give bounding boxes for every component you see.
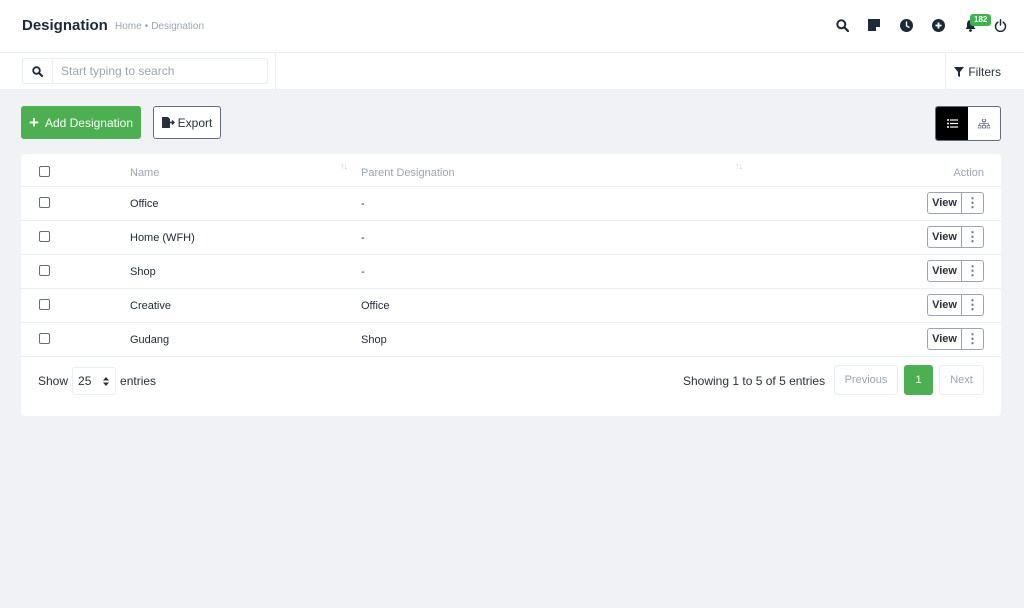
row-checkbox[interactable] (39, 197, 50, 208)
view-toggle (935, 106, 1001, 141)
view-button[interactable]: View (928, 227, 962, 247)
column-header-action: Action (953, 167, 984, 179)
search-icon[interactable] (834, 17, 850, 33)
filter-icon (954, 67, 965, 77)
breadcrumb: Home • Designation (115, 21, 204, 32)
filters-label: Filters (968, 65, 1001, 79)
row-actions: View ⋮ (927, 294, 984, 316)
row-actions: View ⋮ (927, 260, 984, 282)
breadcrumb-home[interactable]: Home (115, 21, 142, 32)
previous-page-button[interactable]: Previous (834, 365, 898, 395)
column-header-name[interactable]: Name (130, 167, 159, 179)
row-name: Gudang (130, 334, 170, 346)
view-button[interactable]: View (928, 193, 962, 213)
row-name: Creative (130, 300, 171, 312)
row-checkbox[interactable] (39, 299, 50, 310)
select-all-checkbox[interactable] (39, 166, 50, 177)
row-checkbox[interactable] (39, 333, 50, 344)
more-options-icon[interactable]: ⋮ (962, 295, 983, 315)
plus-circle-icon[interactable] (930, 17, 946, 33)
search-box (22, 58, 268, 84)
entries-label: entries (120, 374, 157, 388)
breadcrumb-current: Designation (151, 21, 205, 32)
view-button[interactable]: View (928, 261, 962, 281)
table-info: Showing 1 to 5 of 5 entries (683, 374, 826, 388)
hierarchy-view-button[interactable] (968, 107, 1000, 140)
header-icons: 182 (818, 14, 1008, 36)
page-title: Designation (22, 17, 108, 34)
table-row: Home (WFH) - View ⋮ (21, 221, 1001, 255)
search-field-icon (23, 59, 53, 83)
plus-icon: + (29, 112, 39, 132)
export-label: Export (177, 115, 213, 130)
column-header-parent[interactable]: Parent Designation (361, 167, 455, 179)
row-name: Office (130, 198, 159, 210)
list-view-button[interactable] (936, 107, 968, 140)
sort-name-icon[interactable]: ↑↓ (340, 161, 348, 171)
entries-value: 25 (78, 374, 92, 388)
sort-parent-icon[interactable]: ↑↓ (735, 161, 743, 171)
row-name: Shop (130, 266, 156, 278)
row-parent: Office (361, 300, 390, 312)
power-icon[interactable] (992, 17, 1008, 33)
view-button[interactable]: View (928, 295, 962, 315)
table-row: Shop - View ⋮ (21, 255, 1001, 289)
row-name: Home (WFH) (130, 232, 195, 244)
more-options-icon[interactable]: ⋮ (962, 193, 983, 213)
add-designation-label: Add Designation (44, 115, 133, 130)
add-designation-button[interactable]: + Add Designation (21, 106, 141, 139)
hierarchy-icon (978, 118, 990, 128)
table-row: Gudang Shop View ⋮ (21, 323, 1001, 357)
more-options-icon[interactable]: ⋮ (962, 329, 983, 349)
clock-icon[interactable] (898, 17, 914, 33)
divider (945, 53, 946, 90)
row-checkbox[interactable] (39, 265, 50, 276)
row-parent: - (361, 198, 365, 210)
export-icon (161, 117, 175, 128)
page-1-button[interactable]: 1 (904, 365, 933, 395)
breadcrumb-separator: • (144, 21, 149, 32)
notification-badge: 182 (970, 14, 992, 26)
entries-select[interactable]: 25 (72, 367, 117, 395)
search-bar: Filters (0, 53, 1024, 90)
table-row: Office - View ⋮ (21, 187, 1001, 221)
bell-icon[interactable]: 182 (962, 14, 992, 33)
table-row: Creative Office View ⋮ (21, 289, 1001, 323)
divider (275, 53, 276, 90)
row-actions: View ⋮ (927, 226, 984, 248)
show-label: Show (38, 374, 69, 388)
designation-table-card: Name ↑↓ Parent Designation ↑↓ Action Off… (21, 154, 1001, 416)
filters-button[interactable]: Filters (954, 65, 1001, 79)
row-checkbox[interactable] (39, 231, 50, 242)
more-options-icon[interactable]: ⋮ (962, 227, 983, 247)
list-icon (946, 119, 958, 128)
row-parent: Shop (361, 334, 387, 346)
sticky-note-icon[interactable] (866, 17, 882, 33)
row-actions: View ⋮ (927, 192, 984, 214)
next-page-button[interactable]: Next (939, 365, 984, 395)
more-options-icon[interactable]: ⋮ (962, 261, 983, 281)
entries-length: Show 25 entries (38, 367, 156, 395)
table-header: Name ↑↓ Parent Designation ↑↓ Action (21, 154, 1001, 187)
row-parent: - (361, 232, 365, 244)
top-header: Designation Home • Designation 182 (0, 0, 1024, 53)
row-parent: - (361, 266, 365, 278)
sort-arrows-icon (103, 376, 110, 386)
search-input[interactable] (53, 64, 253, 78)
export-button[interactable]: Export (153, 106, 221, 139)
row-actions: View ⋮ (927, 328, 984, 350)
view-button[interactable]: View (928, 329, 962, 349)
